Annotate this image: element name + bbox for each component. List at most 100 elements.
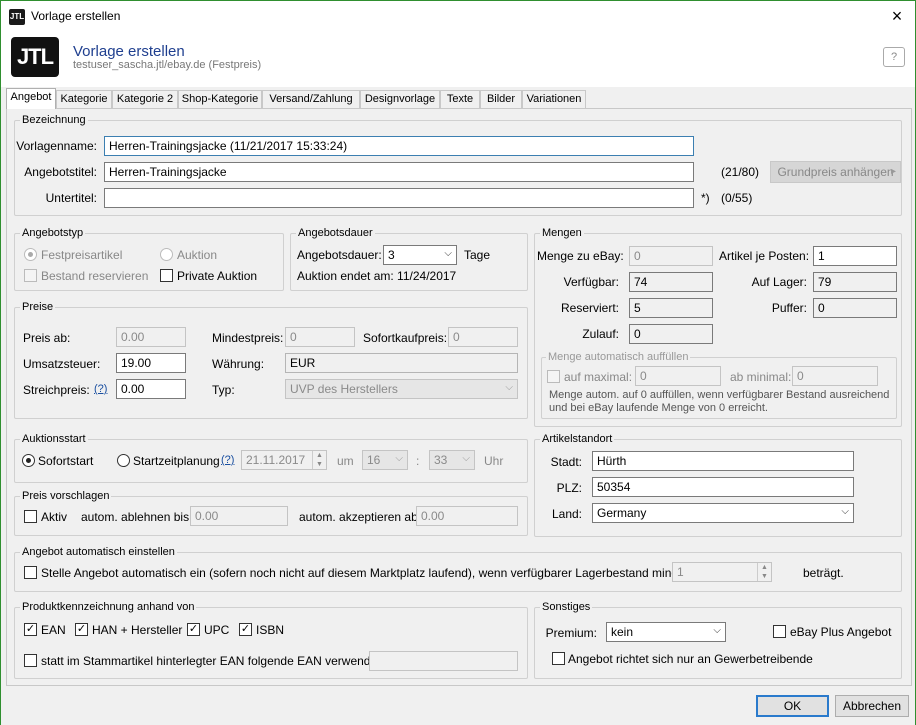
date-spinner[interactable]: ▲ ▼ [312,451,326,469]
typ-label: Typ: [212,383,235,397]
waehrung-value: EUR [285,353,518,373]
chevron-down-icon: ⌵ [444,248,452,259]
bestand-reservieren-checkbox[interactable] [24,269,37,282]
isbn-checkbox[interactable]: ✓ [239,623,252,636]
premium-label: Premium: [545,626,597,640]
dialog-window: JTL Vorlage erstellen × JTL Vorlage erst… [0,0,916,725]
plz-input[interactable]: 50354 [592,477,854,497]
menge-ebay-input[interactable]: 0 [629,246,713,266]
um-label: um [337,454,354,468]
minute-select[interactable]: 33 ⌵ [429,450,475,470]
aktiv-checkbox[interactable] [24,510,37,523]
statt-ean-label: statt im Stammartikel hinterlegter EAN f… [41,654,388,668]
ablehnen-input[interactable]: 0.00 [190,506,288,526]
lagerbestand-input[interactable]: 1 ▲ ▼ [672,562,772,582]
untertitel-count: (0/55) [721,191,753,205]
group-label: Preis vorschlagen [20,490,112,502]
help-icon[interactable]: ? [883,47,905,67]
puffer-value: 0 [813,298,897,318]
ean-checkbox[interactable]: ✓ [24,623,37,636]
streichpreis-input[interactable]: 0.00 [116,379,186,399]
artikel-posten-input[interactable]: 1 [813,246,897,266]
ebay-plus-checkbox[interactable] [773,625,786,638]
umsatzsteuer-input[interactable]: 19.00 [116,353,186,373]
group-label: Angebotstyp [20,227,86,239]
verfuegbar-label: Verfügbar: [563,275,619,289]
han-checkbox[interactable]: ✓ [75,623,88,636]
startdatum-value: 21.11.2017 [246,453,306,467]
tab-shop-kategorie[interactable]: Shop-Kategorie [178,90,262,109]
time-colon: : [416,454,420,468]
festpreis-label: Festpreisartikel [41,248,123,262]
tab-bilder[interactable]: Bilder [480,90,522,109]
tab-designvorlage[interactable]: Designvorlage [360,90,440,109]
statt-ean-input[interactable] [369,651,518,671]
streichpreis-help-link[interactable]: (?) [94,383,107,395]
auf-maximal-checkbox[interactable] [547,370,560,383]
tab-angebot[interactable]: Angebot [6,88,56,109]
startdatum-input[interactable]: 21.11.2017 ▲ ▼ [241,450,327,470]
tab-kategorie-2[interactable]: Kategorie 2 [112,90,178,109]
tab-versand-zahlung[interactable]: Versand/Zahlung [262,90,360,109]
festpreis-radio[interactable] [24,248,37,261]
auf-maximal-label: auf maximal: [564,370,633,384]
stadt-input[interactable]: Hürth [592,451,854,471]
auto-einstellen-checkbox[interactable] [24,566,37,579]
uhr-label: Uhr [484,454,504,468]
ab-minimal-input[interactable]: 0 [792,366,878,386]
angebotstitel-input[interactable]: Herren-Trainingsjacke [104,162,694,182]
sofortstart-radio[interactable] [22,454,35,467]
upc-checkbox[interactable]: ✓ [187,623,200,636]
tab-variationen[interactable]: Variationen [522,90,586,109]
page-title: Vorlage erstellen [73,43,185,60]
ok-button[interactable]: OK [756,695,829,717]
akzeptieren-input[interactable]: 0.00 [416,506,518,526]
auf-maximal-input[interactable]: 0 [635,366,721,386]
chevron-down-icon: ⌵ [841,506,849,517]
akzeptieren-label: autom. akzeptieren ab: [299,510,422,524]
auf-lager-label: Auf Lager: [751,275,807,289]
arrow-right-icon: ▸ [890,166,896,177]
gewerbe-checkbox[interactable] [552,652,565,665]
tab-texte[interactable]: Texte [440,90,480,109]
angebotstitel-count: (21/80) [721,165,760,179]
sofortkauf-input[interactable]: 0 [448,327,518,347]
verfuegbar-value: 74 [629,272,713,292]
group-label: Produktkennzeichnung anhand von [20,601,197,613]
angebotsdauer-value: 3 [388,248,395,262]
grundpreis-button[interactable]: Grundpreis anhängen ▸ [770,161,901,183]
stadt-label: Stadt: [550,455,582,469]
tab-kategorie[interactable]: Kategorie [56,90,112,109]
abbrechen-button[interactable]: Abbrechen [835,695,909,717]
group-label: Menge automatisch auffüllen [546,351,691,363]
typ-select[interactable]: UVP des Herstellers ⌵ [285,379,518,399]
statt-ean-checkbox[interactable] [24,654,37,667]
startzeitplanung-radio[interactable] [117,454,130,467]
land-value: Germany [597,506,647,520]
untertitel-note: *) [701,191,710,205]
close-icon[interactable]: × [887,5,907,27]
ab-minimal-label: ab minimal: [730,370,792,384]
untertitel-input[interactable] [104,188,694,208]
private-auktion-checkbox[interactable] [160,269,173,282]
auf-lager-value: 79 [813,272,897,292]
typ-value: UVP des Herstellers [290,382,398,396]
startzeit-help-link[interactable]: (?) [221,454,234,466]
waehrung-label: Währung: [212,357,265,371]
angebotsdauer-select[interactable]: 3 ⌵ [383,245,457,265]
jtl-logo: JTL [11,37,59,77]
auktion-radio[interactable] [160,248,173,261]
stunde-select[interactable]: 16 ⌵ [362,450,408,470]
chevron-down-icon: ⌵ [713,625,721,636]
premium-select[interactable]: kein ⌵ [606,622,726,642]
aktiv-label: Aktiv [41,510,68,524]
group-label: Artikelstandort [540,433,615,445]
land-select[interactable]: Germany ⌵ [592,503,854,523]
land-label: Land: [551,507,582,521]
lagerbestand-value: 1 [677,565,684,579]
group-label: Angebotsdauer [296,227,375,239]
lagerbestand-spinner[interactable]: ▲ ▼ [757,563,771,581]
preis-ab-input[interactable]: 0.00 [116,327,186,347]
mindestpreis-input[interactable]: 0 [285,327,355,347]
vorlagenname-input[interactable]: Herren-Trainingsjacke (11/21/2017 15:33:… [104,136,694,156]
